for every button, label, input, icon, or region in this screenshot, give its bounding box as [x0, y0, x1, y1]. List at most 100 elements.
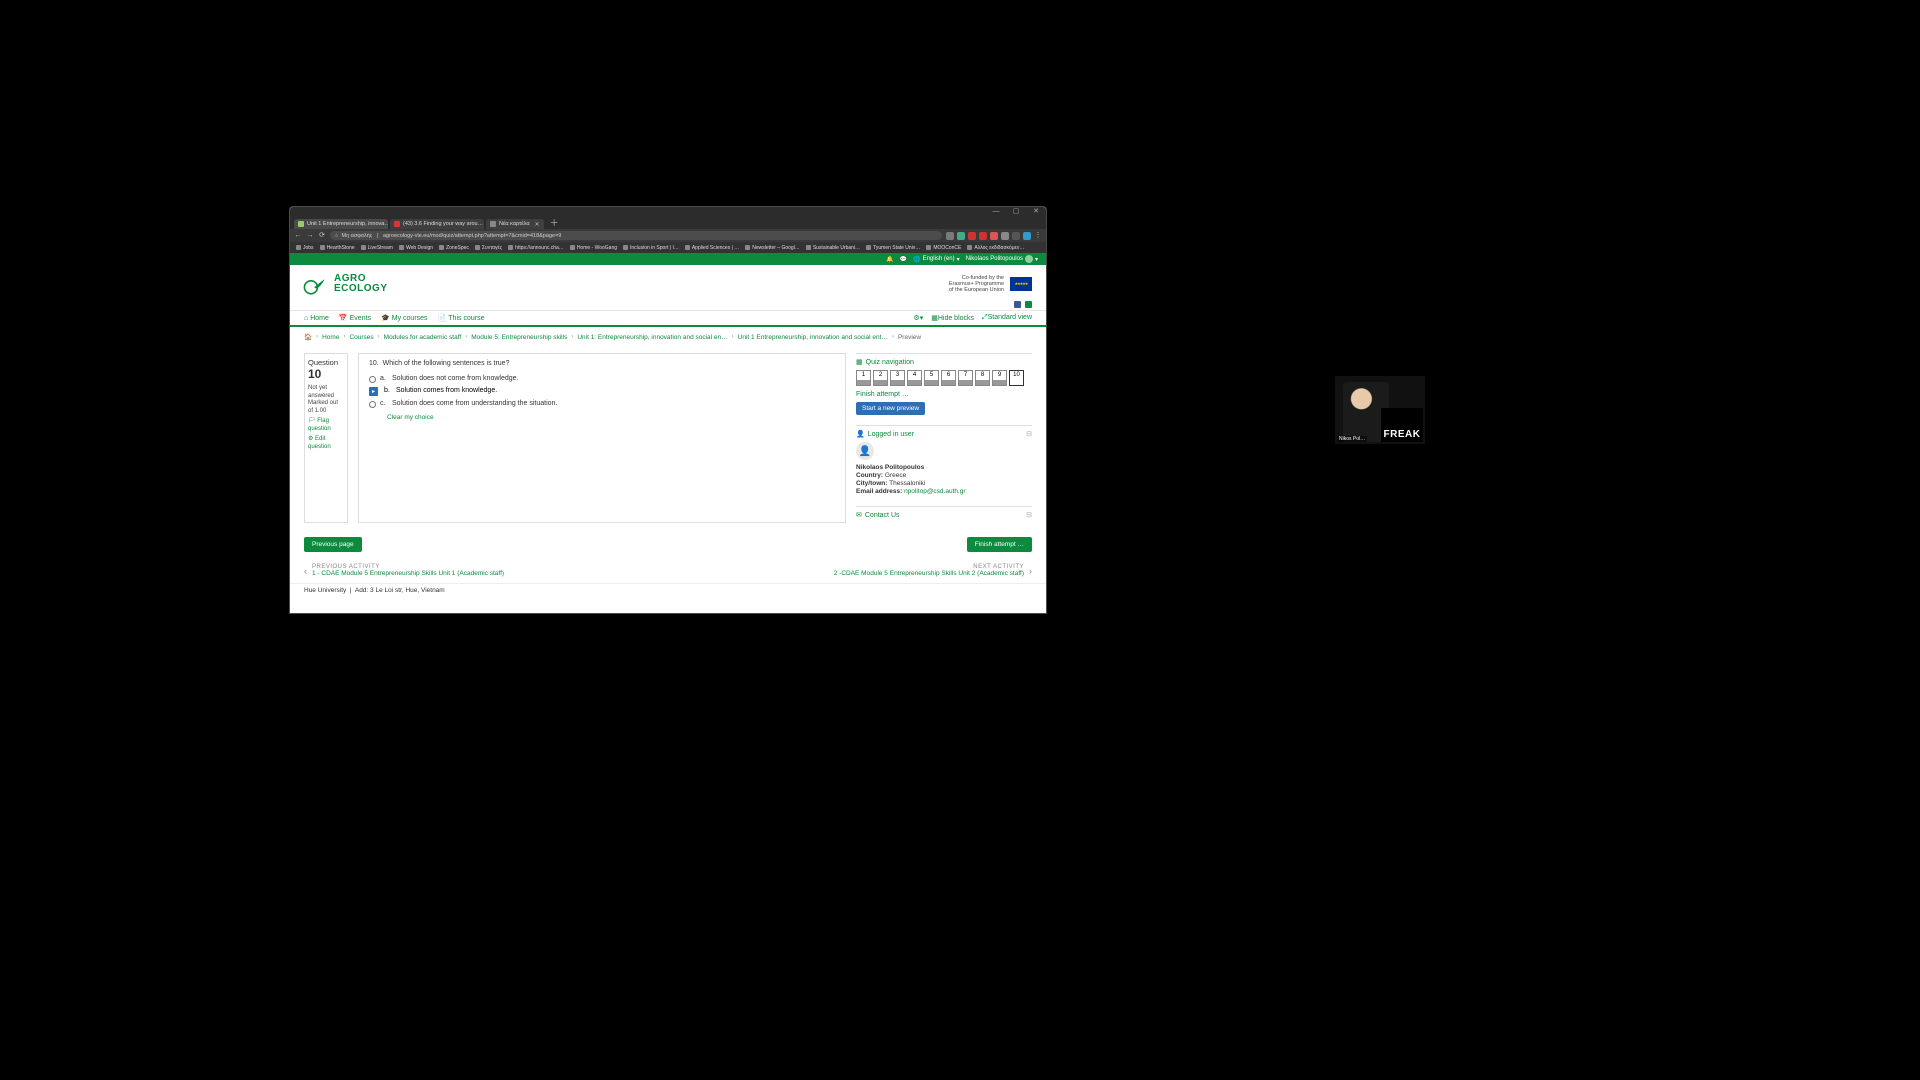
window-maximize-icon[interactable]: ▢ — [1012, 208, 1020, 216]
browser-menu-icon[interactable]: ⋮ — [1034, 232, 1042, 240]
browser-tab[interactable]: Νέα καρτέλα ✕ — [486, 219, 544, 229]
bookmark-favicon-icon — [399, 245, 404, 250]
extension-icon[interactable] — [979, 232, 987, 240]
extension-icon[interactable] — [1001, 232, 1009, 240]
nav-home[interactable]: ⌂Home — [304, 314, 329, 322]
bookmark-item[interactable]: Newsletter – Googl… — [743, 245, 802, 251]
bookmark-item[interactable]: ZoneSpec — [437, 245, 471, 251]
flag-question-link[interactable]: 🏳 Flag question — [308, 418, 344, 433]
window-minimize-icon[interactable]: — — [992, 208, 1000, 216]
collapse-icon[interactable]: ⊟ — [1026, 511, 1032, 519]
breadcrumb-item[interactable]: Unit 1: Entrepreneurship, innovation and… — [577, 334, 727, 341]
option-radio[interactable] — [369, 401, 376, 408]
settings-menu[interactable]: ⚙▾ — [913, 314, 923, 322]
question-mark: Marked out of 1.00 — [308, 400, 344, 415]
quiz-nav-cell[interactable]: 10 — [1009, 370, 1024, 386]
bookmark-item[interactable]: Inclusion in Sport | I… — [621, 245, 681, 251]
edit-question-link[interactable]: ⚙ Edit question — [308, 436, 344, 451]
browser-tab[interactable]: Unit 1 Entrepreneurship, innova… ✕ — [294, 219, 388, 229]
next-activity-link[interactable]: NEXT ACTIVITY 2 -CDAE Module 5 Entrepren… — [834, 564, 1032, 577]
notifications-icon[interactable]: 🔔 — [886, 256, 893, 263]
nav-events[interactable]: 📅Events — [339, 314, 371, 322]
home-icon[interactable]: 🏠 — [304, 333, 312, 341]
quiz-nav-cell[interactable]: 4 — [907, 370, 922, 386]
extension-tray: ⋮ — [946, 232, 1042, 240]
new-tab-button[interactable]: ＋ — [546, 216, 563, 229]
nav-reload-icon[interactable]: ⟳ — [318, 232, 326, 240]
facebook-icon[interactable] — [1014, 301, 1021, 308]
bookmark-favicon-icon — [866, 245, 871, 250]
quiz-nav-cell[interactable]: 2 — [873, 370, 888, 386]
start-new-preview-button[interactable]: Start a new preview — [856, 402, 925, 415]
question-number: 10 — [308, 367, 344, 382]
email-value[interactable]: npolitop@csd.auth.gr — [904, 488, 966, 495]
language-switcher[interactable]: 🌐 English (en) ▾ — [913, 256, 960, 263]
user-menu[interactable]: Nikolaos Politopoulos ▾ — [966, 255, 1038, 263]
finish-attempt-button[interactable]: Finish attempt … — [967, 537, 1032, 552]
extension-icon[interactable] — [990, 232, 998, 240]
tab-favicon-icon — [394, 221, 400, 227]
quiz-nav-cell[interactable]: 9 — [992, 370, 1007, 386]
breadcrumb-item[interactable]: Courses — [349, 334, 373, 341]
bookmark-item[interactable]: Sustainable Urbani… — [804, 245, 862, 251]
site-logo[interactable]: AGROECOLOGY — [302, 271, 388, 297]
extension-icon[interactable] — [946, 232, 954, 240]
bookmark-item[interactable]: LiveStream — [359, 245, 395, 251]
bookmark-item[interactable]: Applied Sciences | … — [683, 245, 741, 251]
breadcrumb-item[interactable]: Modules for academic staff — [384, 334, 462, 341]
bookmark-favicon-icon — [623, 245, 628, 250]
quiz-nav-cell[interactable]: 1 — [856, 370, 871, 386]
question-info-panel: Question 10 Not yet answered Marked out … — [304, 353, 348, 523]
bookmark-item[interactable]: Web Design — [397, 245, 435, 251]
bookmark-item[interactable]: Home - WooGang — [568, 245, 619, 251]
previous-page-button[interactable]: Previous page — [304, 537, 362, 552]
country-value: Greece — [885, 472, 906, 479]
web-icon[interactable] — [1025, 301, 1032, 308]
nav-my-courses[interactable]: 🎓My courses — [381, 314, 428, 322]
bookmark-item[interactable]: HearthStone — [318, 245, 357, 251]
extension-icon[interactable] — [968, 232, 976, 240]
quiz-nav-cell[interactable]: 8 — [975, 370, 990, 386]
quiz-nav-cell[interactable]: 7 — [958, 370, 973, 386]
nav-back-icon[interactable]: ← — [294, 232, 302, 240]
answer-option[interactable]: c.Solution does come from understanding … — [369, 398, 837, 410]
quiz-content: Question 10 Not yet answered Marked out … — [290, 347, 1046, 533]
bookmark-favicon-icon — [320, 245, 325, 250]
finish-attempt-link[interactable]: Finish attempt … — [856, 391, 1032, 398]
bookmark-item[interactable]: MOOConCE — [924, 245, 963, 251]
collapse-icon[interactable]: ⊟ — [1026, 430, 1032, 438]
window-close-icon[interactable]: ✕ — [1032, 208, 1040, 216]
messages-icon[interactable]: 💬 — [900, 256, 907, 263]
clear-choice-link[interactable]: Clear my choice — [387, 414, 837, 421]
tab-close-icon[interactable]: ✕ — [535, 221, 540, 228]
previous-activity-link[interactable]: ‹ PREVIOUS ACTIVITY 1 - CDAE Module 5 En… — [304, 564, 504, 577]
bookmark-item[interactable]: Jobs — [294, 245, 316, 251]
option-radio[interactable] — [369, 376, 376, 383]
quiz-nav-cell[interactable]: 3 — [890, 370, 905, 386]
breadcrumb-separator-icon: › — [378, 334, 380, 340]
graduation-icon: 🎓 — [381, 314, 390, 322]
bookmark-item[interactable]: Συνταγές — [473, 245, 504, 251]
url-input[interactable]: ⚠ Μη ασφαλής | agroecology-vle.eu/mod/qu… — [330, 231, 942, 240]
bookmark-item[interactable]: Tyumen State Univ… — [864, 245, 922, 251]
hide-blocks-link[interactable]: ▦Hide blocks — [931, 314, 974, 322]
home-icon: ⌂ — [304, 315, 308, 322]
page-scroll[interactable]: 🔔 💬 🌐 English (en) ▾ Nikolaos Politopoul… — [290, 253, 1046, 613]
nav-forward-icon[interactable]: → — [306, 232, 314, 240]
answer-option[interactable]: ▸b.Solution comes from knowledge. — [369, 385, 837, 398]
bookmark-item[interactable]: Αλλος εκδιδασκόμεν… — [965, 245, 1026, 251]
answer-option[interactable]: a.Solution does not come from knowledge. — [369, 373, 837, 385]
extension-icon[interactable] — [1023, 232, 1031, 240]
browser-tab[interactable]: (43) 3.6 Finding your way arou… ✕ — [390, 219, 484, 229]
breadcrumb-item[interactable]: Home — [322, 334, 339, 341]
quiz-nav-cell[interactable]: 6 — [941, 370, 956, 386]
bookmark-item[interactable]: https://announc.cha… — [506, 245, 566, 251]
breadcrumb-item[interactable]: Unit 1 Entrepreneurship, innovation and … — [738, 334, 888, 341]
extension-icon[interactable] — [957, 232, 965, 240]
quiz-nav-cell[interactable]: 5 — [924, 370, 939, 386]
extension-icon[interactable] — [1012, 232, 1020, 240]
option-letter: c. — [380, 400, 388, 407]
nav-this-course[interactable]: 📄This course — [438, 314, 485, 322]
breadcrumb-item[interactable]: Module 5: Entrepreneurship skills — [471, 334, 567, 341]
standard-view-link[interactable]: ⤢Standard view — [982, 314, 1032, 322]
